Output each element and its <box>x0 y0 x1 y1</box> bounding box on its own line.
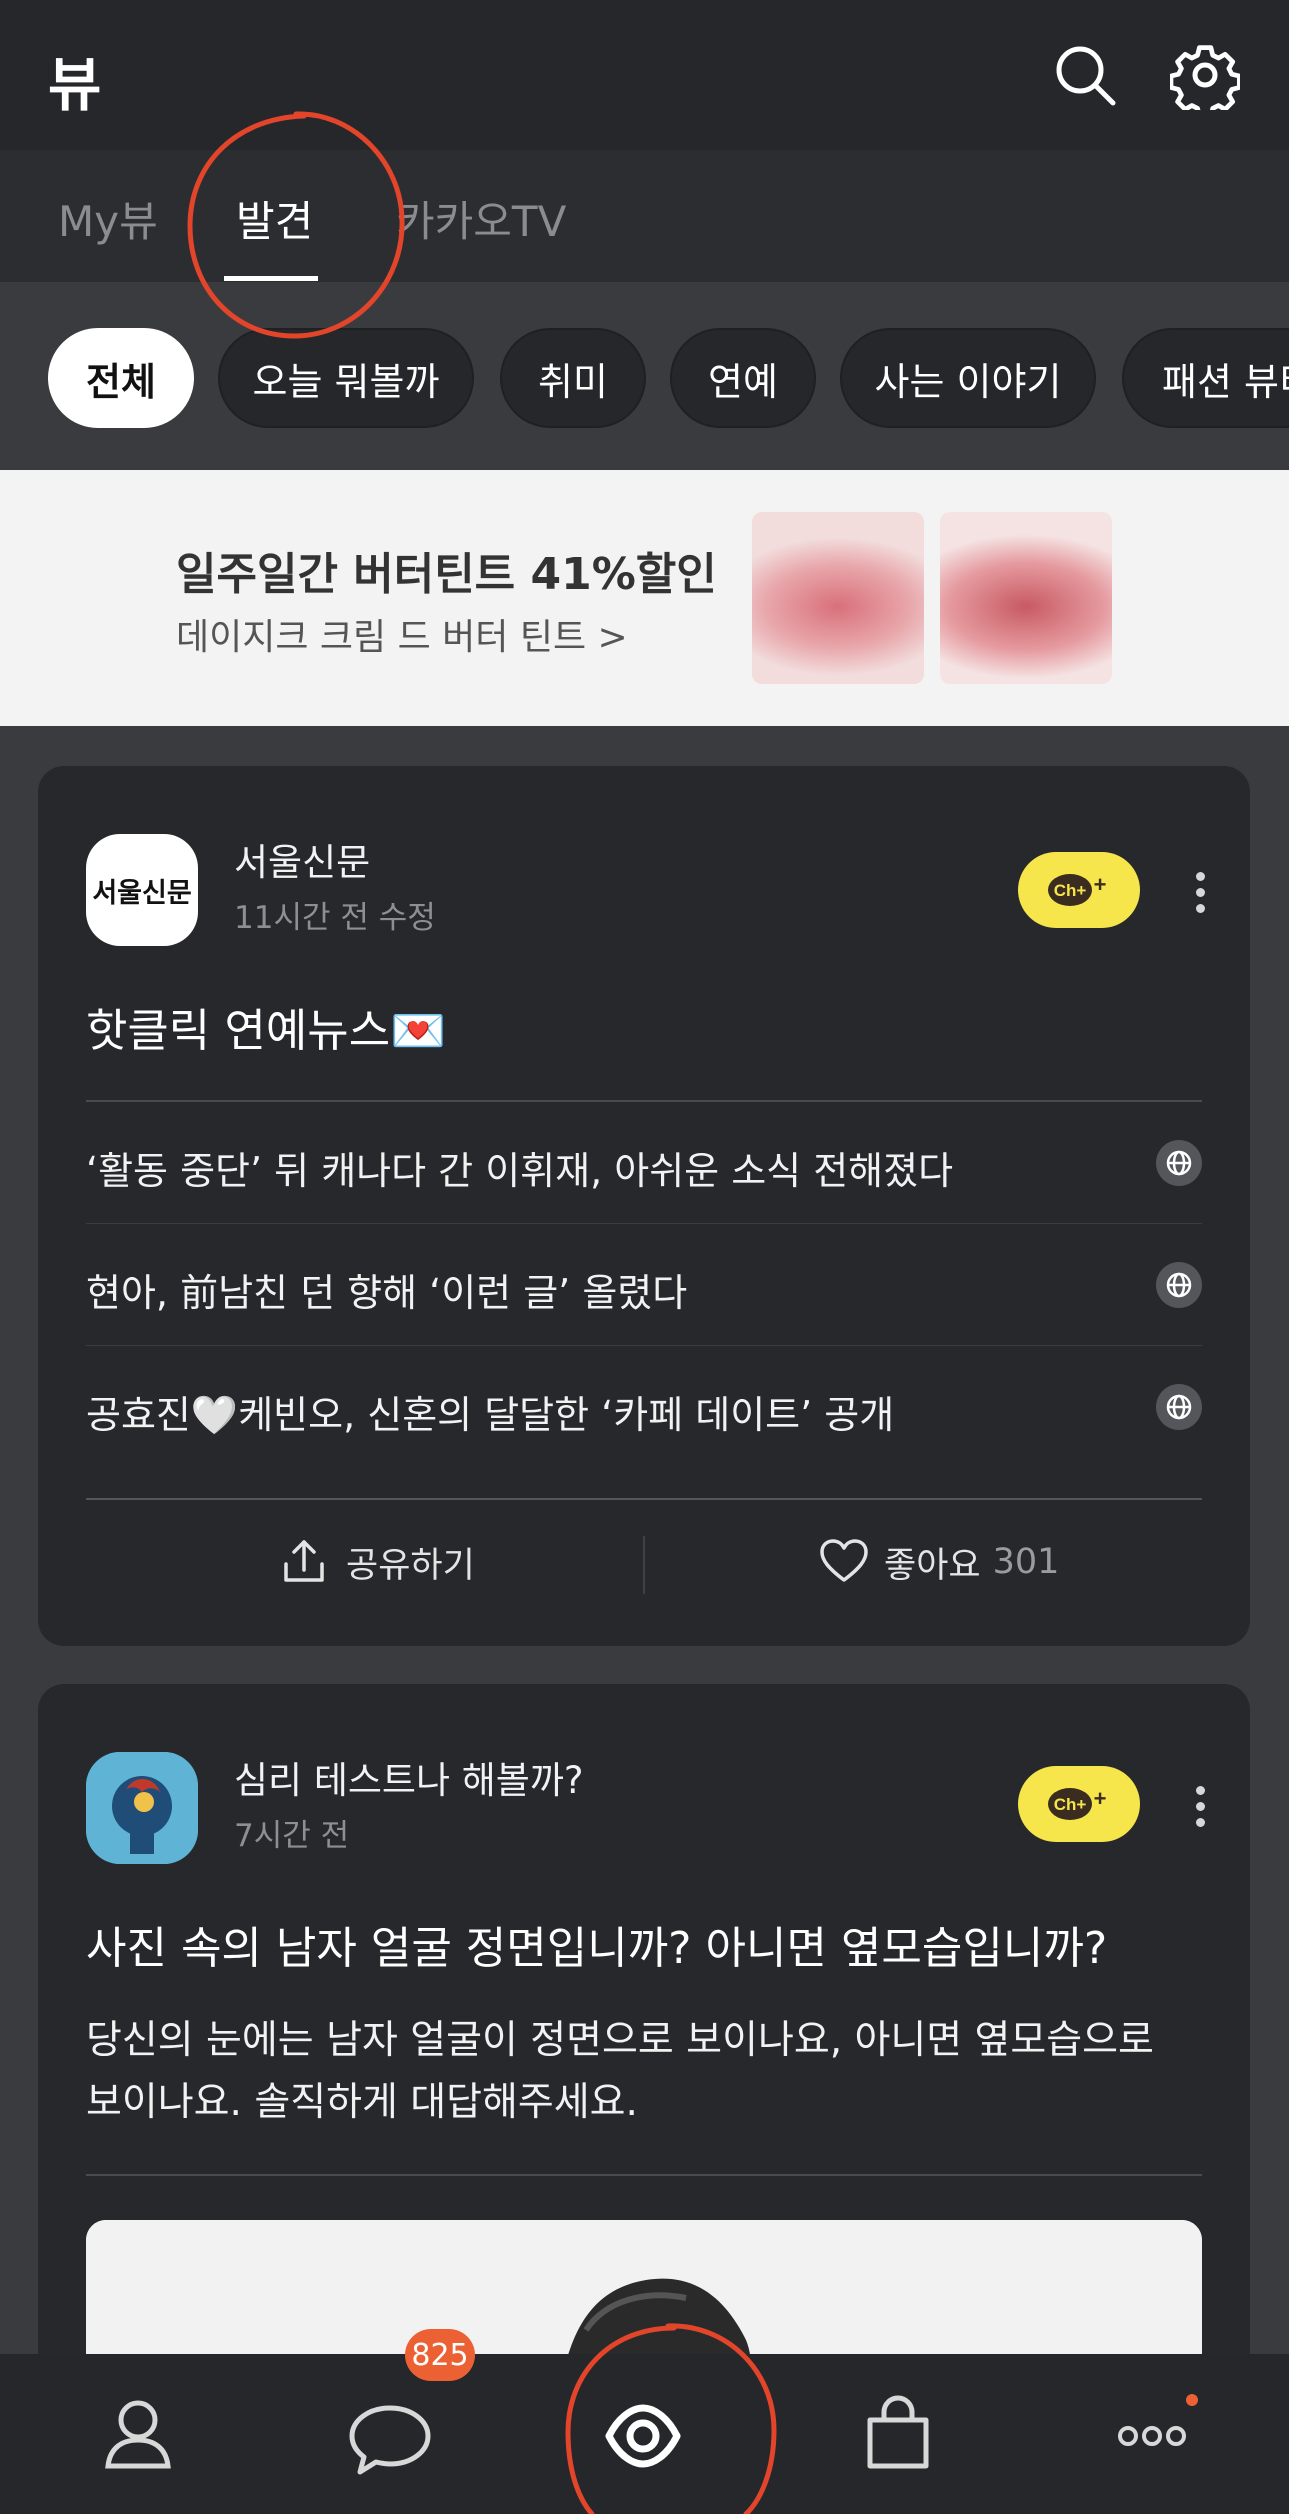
news-link[interactable]: 공효진🤍케빈오, 신혼의 달달한 ‘카페 데이트’ 공개 <box>86 1346 1202 1468</box>
globe-icon <box>1156 1384 1202 1430</box>
page-title: 뷰 <box>48 51 102 119</box>
active-tab-indicator <box>224 276 318 281</box>
chip-hobby[interactable]: 취미 <box>500 328 646 428</box>
psych-test-card: 심리 테스트나 해볼까? 7시간 전 Ch+ + 사진 속의 남자 얼굴 정면입니… <box>38 1684 1250 2420</box>
like-count: 301 <box>992 1542 1060 1582</box>
card-headline[interactable]: 사진 속의 남자 얼굴 정면입니까? 아니면 옆모습입니까? <box>86 1912 1107 1976</box>
gear-icon[interactable] <box>1168 40 1242 119</box>
chip-life-stories[interactable]: 사는 이야기 <box>840 328 1096 428</box>
post-time: 11시간 전 수정 <box>234 900 436 936</box>
news-title: ‘활동 중단’ 뒤 캐나다 간 이휘재, 아쉬운 소식 전해졌다 <box>86 1149 954 1193</box>
news-link[interactable]: 현아, 前남친 던 향해 ‘이런 글’ 올렸다 <box>86 1224 1202 1346</box>
publisher-logo[interactable] <box>86 1752 198 1864</box>
divider <box>86 1498 1202 1500</box>
ad-subtitle: 데이지크 크림 드 버터 틴트 > <box>176 617 628 658</box>
card-headline[interactable]: 핫클릭 연예뉴스💌 <box>86 994 446 1059</box>
globe-icon <box>1156 1262 1202 1308</box>
post-time: 7시간 전 <box>234 1818 350 1854</box>
publisher-logo[interactable]: 서울신문 <box>86 834 198 946</box>
view-icon[interactable] <box>563 2354 723 2514</box>
globe-icon <box>1156 1140 1202 1186</box>
channel-add-button[interactable]: Ch+ + <box>1018 852 1140 928</box>
share-button[interactable]: 공유하기 <box>278 1536 475 1588</box>
chip-fashion-beauty[interactable]: 패션 뷰티 <box>1122 328 1289 428</box>
chip-all[interactable]: 전체 <box>48 328 194 428</box>
ch-label: Ch+ <box>1054 881 1087 900</box>
news-title: 현아, 前남친 던 향해 ‘이런 글’ 올렸다 <box>86 1271 688 1315</box>
ch-label: Ch+ <box>1054 1795 1087 1814</box>
channel-add-button[interactable]: Ch+ + <box>1018 1766 1140 1842</box>
person-icon[interactable] <box>58 2354 218 2514</box>
top-header: 뷰 <box>0 0 1289 150</box>
action-separator <box>643 1536 645 1594</box>
tab-kakao-tv[interactable]: 카카오TV <box>396 188 566 249</box>
chip-entertainment[interactable]: 연예 <box>670 328 816 428</box>
category-chips: 전체 오늘 뭐볼까 취미 연예 사는 이야기 패션 뷰티 <box>0 282 1289 470</box>
card-body[interactable]: 당신의 눈에는 남자 얼굴이 정면으로 보이나요, 아니면 옆모습으로 보이나요… <box>86 2010 1202 2134</box>
ad-lip-image-1 <box>752 512 924 684</box>
news-card-seoul: 서울신문 서울신문 11시간 전 수정 Ch+ + 핫클릭 연예뉴스💌 ‘활동 중… <box>38 766 1250 1646</box>
more-options-icon[interactable] <box>1188 1786 1212 1830</box>
share-label: 공유하기 <box>346 1545 475 1586</box>
news-link[interactable]: ‘활동 중단’ 뒤 캐나다 간 이휘재, 아쉬운 소식 전해졌다 <box>86 1102 1202 1224</box>
chip-what-to-watch[interactable]: 오늘 뭐볼까 <box>218 328 474 428</box>
like-button[interactable]: 좋아요 301 <box>818 1536 1059 1588</box>
more-icon[interactable] <box>1072 2354 1232 2514</box>
publisher-name[interactable]: 서울신문 <box>234 832 370 886</box>
svg-text:+: + <box>1094 1786 1107 1811</box>
svg-text:+: + <box>1094 872 1107 897</box>
share-icon <box>284 1540 324 1582</box>
like-label: 좋아요 <box>884 1545 981 1586</box>
publisher-name[interactable]: 심리 테스트나 해볼까? <box>234 1750 584 1804</box>
ad-lip-image-2 <box>940 512 1112 684</box>
tab-discover[interactable]: 발견 <box>236 188 313 249</box>
search-icon[interactable] <box>1050 40 1120 110</box>
shopping-bag-icon[interactable] <box>818 2354 978 2514</box>
news-title: 공효진🤍케빈오, 신혼의 달달한 ‘카페 데이트’ 공개 <box>86 1393 895 1437</box>
divider <box>86 2174 1202 2176</box>
heart-icon <box>820 1539 868 1582</box>
ad-banner[interactable]: 일주일간 버터틴트 41%할인 데이지크 크림 드 버터 틴트 > <box>0 470 1289 726</box>
more-options-icon[interactable] <box>1188 872 1212 916</box>
tab-my-view[interactable]: My뷰 <box>58 188 158 249</box>
view-tabs: My뷰 발견 카카오TV <box>0 150 1289 282</box>
chat-badge: 825 <box>405 2329 475 2381</box>
ad-title: 일주일간 버터틴트 41%할인 <box>176 549 717 600</box>
bottom-navigation <box>0 2354 1289 2514</box>
